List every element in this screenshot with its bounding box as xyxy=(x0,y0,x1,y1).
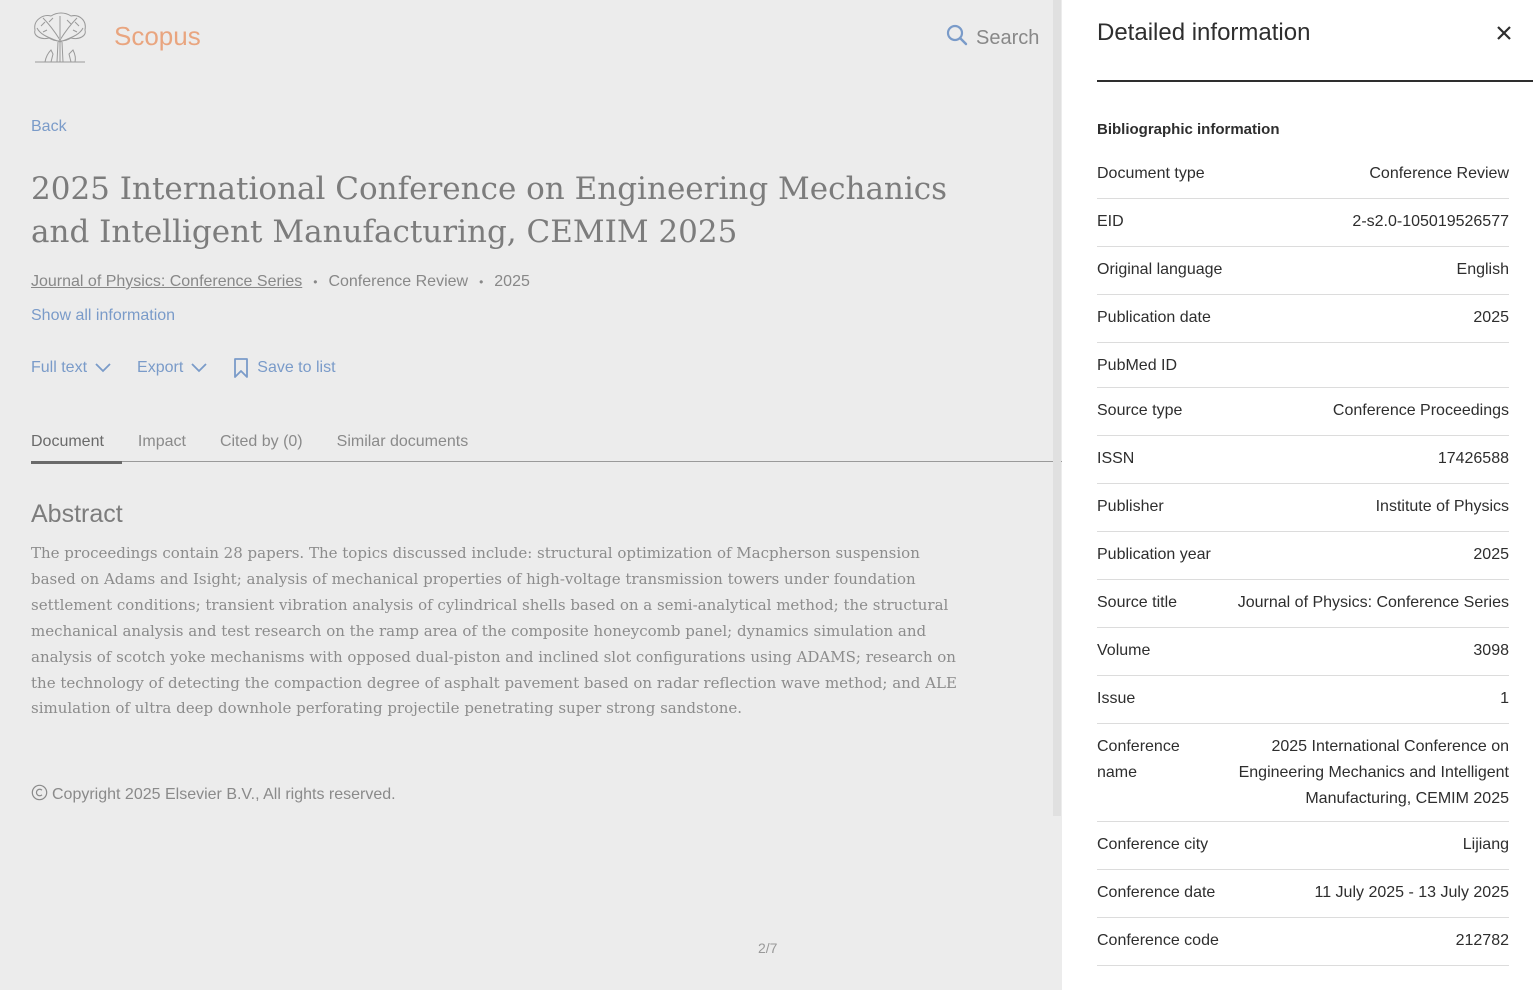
info-key: Publisher xyxy=(1097,498,1164,515)
info-key: Conference city xyxy=(1097,836,1209,853)
info-key: EID xyxy=(1097,213,1124,230)
info-value: 11 July 2025 - 13 July 2025 xyxy=(1314,884,1510,901)
copyright-text: Copyright 2025 Elsevier B.V., All rights… xyxy=(52,786,396,803)
chevron-down-icon xyxy=(191,363,207,373)
info-value: 1 xyxy=(1500,690,1509,707)
separator-dot: • xyxy=(479,275,484,289)
info-row-document-type: Document type Conference Review xyxy=(1097,151,1509,199)
page-title: 2025 International Conference on Enginee… xyxy=(31,171,948,250)
abstract-text: The proceedings contain 28 papers. The t… xyxy=(31,544,957,718)
show-all-information-link[interactable]: Show all information xyxy=(31,307,175,325)
info-key: Publication date xyxy=(1097,309,1211,326)
tab-document[interactable]: Document xyxy=(31,433,122,464)
export-button[interactable]: Export xyxy=(137,359,207,377)
info-row-original-language: Original language English xyxy=(1097,247,1509,295)
info-value: Lijiang xyxy=(1462,836,1509,853)
info-value: 212782 xyxy=(1455,932,1509,949)
info-value: 17426588 xyxy=(1437,450,1509,467)
tab-impact[interactable]: Impact xyxy=(138,433,186,462)
info-row-issue: Issue 1 xyxy=(1097,676,1509,724)
info-key: Document type xyxy=(1097,165,1205,182)
document-tabs: Document Impact Cited by (0) Similar doc… xyxy=(31,433,1062,464)
info-value: Institute of Physics xyxy=(1375,498,1509,515)
info-row-conference-code: Conference code 212782 xyxy=(1097,918,1509,966)
info-value: English xyxy=(1456,261,1509,278)
info-row-volume: Volume 3098 xyxy=(1097,628,1509,676)
section-heading: Bibliographic information xyxy=(1097,121,1280,138)
search-icon xyxy=(946,24,968,52)
info-key: ISSN xyxy=(1097,450,1135,467)
info-row-issn: ISSN 17426588 xyxy=(1097,436,1509,484)
info-value: 2025 xyxy=(1473,309,1509,326)
full-text-button[interactable]: Full text xyxy=(31,359,111,377)
bookmark-icon xyxy=(233,358,249,378)
info-row-eid: EID 2-s2.0-105019526577 xyxy=(1097,199,1509,247)
info-key: Publication year xyxy=(1097,546,1211,563)
info-key: Conference code xyxy=(1097,932,1219,949)
save-to-list-label: Save to list xyxy=(257,359,336,376)
bibliographic-table: Document type Conference Review EID 2-s2.0… xyxy=(1097,151,1509,966)
info-row-conference-name: Conference name 2025 International Confer… xyxy=(1097,724,1509,822)
info-value: 2-s2.0-105019526577 xyxy=(1352,213,1509,230)
info-key: Source title xyxy=(1097,594,1178,611)
info-row-conference-city: Conference city Lijiang xyxy=(1097,822,1509,870)
save-to-list-button[interactable]: Save to list xyxy=(233,358,336,378)
copyright-notice: Copyright 2025 Elsevier B.V., All rights… xyxy=(31,784,396,806)
back-link[interactable]: Back xyxy=(31,118,67,136)
info-row-source-title: Source title Journal of Physics: Conferen… xyxy=(1097,580,1509,628)
brand-name[interactable]: Scopus xyxy=(114,21,201,52)
info-key: Conference name xyxy=(1097,738,1180,781)
elsevier-tree-logo-icon[interactable] xyxy=(31,12,89,64)
separator-dot: • xyxy=(313,275,318,289)
chevron-down-icon xyxy=(95,363,111,373)
info-value xyxy=(1237,353,1509,376)
action-bar: Full text Export Save to list xyxy=(31,358,336,378)
info-key: Issue xyxy=(1097,690,1136,707)
info-key: Original language xyxy=(1097,261,1223,278)
close-icon[interactable] xyxy=(1495,24,1513,42)
detailed-information-panel: Detailed information Bibliographic infor… xyxy=(1062,0,1533,990)
info-row-publication-date: Publication date 2025 xyxy=(1097,295,1509,343)
document-year: 2025 xyxy=(494,273,530,290)
info-row-publisher: Publisher Institute of Physics xyxy=(1097,484,1509,532)
info-row-publication-year: Publication year 2025 xyxy=(1097,532,1509,580)
document-meta: Journal of Physics: Conference Series • … xyxy=(31,273,530,291)
info-value: Journal of Physics: Conference Series xyxy=(1237,594,1509,611)
copyright-icon xyxy=(31,784,48,806)
info-value: 2025 xyxy=(1473,546,1509,563)
info-row-pubmed-id: PubMed ID xyxy=(1097,343,1509,388)
search-label: Search xyxy=(976,26,1040,49)
tab-cited-by[interactable]: Cited by (0) xyxy=(220,433,303,462)
document-type: Conference Review xyxy=(328,273,469,290)
tab-similar-documents[interactable]: Similar documents xyxy=(337,433,469,462)
scrollbar[interactable] xyxy=(1053,0,1061,816)
info-value: Conference Proceedings xyxy=(1332,402,1509,419)
info-key: Source type xyxy=(1097,402,1183,419)
info-value: 3098 xyxy=(1473,642,1509,659)
journal-link[interactable]: Journal of Physics: Conference Series xyxy=(31,273,302,291)
page-indicator: 2/7 xyxy=(758,940,778,956)
info-value: 2025 International Conference on Enginee… xyxy=(1238,738,1509,807)
abstract-heading: Abstract xyxy=(31,500,123,528)
search-button[interactable]: Search xyxy=(946,24,1039,52)
info-row-source-type: Source type Conference Proceedings xyxy=(1097,388,1509,436)
info-key: PubMed ID xyxy=(1097,357,1178,374)
panel-divider xyxy=(1097,80,1533,82)
document-page: Scopus Search Back 2025 International Co… xyxy=(0,0,1062,990)
export-label: Export xyxy=(137,359,184,376)
panel-title: Detailed information xyxy=(1097,19,1311,46)
info-value: Conference Review xyxy=(1369,165,1509,182)
info-key: Volume xyxy=(1097,642,1151,659)
info-row-conference-date: Conference date 11 July 2025 - 13 July 20… xyxy=(1097,870,1509,918)
full-text-label: Full text xyxy=(31,359,88,376)
info-key: Conference date xyxy=(1097,884,1216,901)
